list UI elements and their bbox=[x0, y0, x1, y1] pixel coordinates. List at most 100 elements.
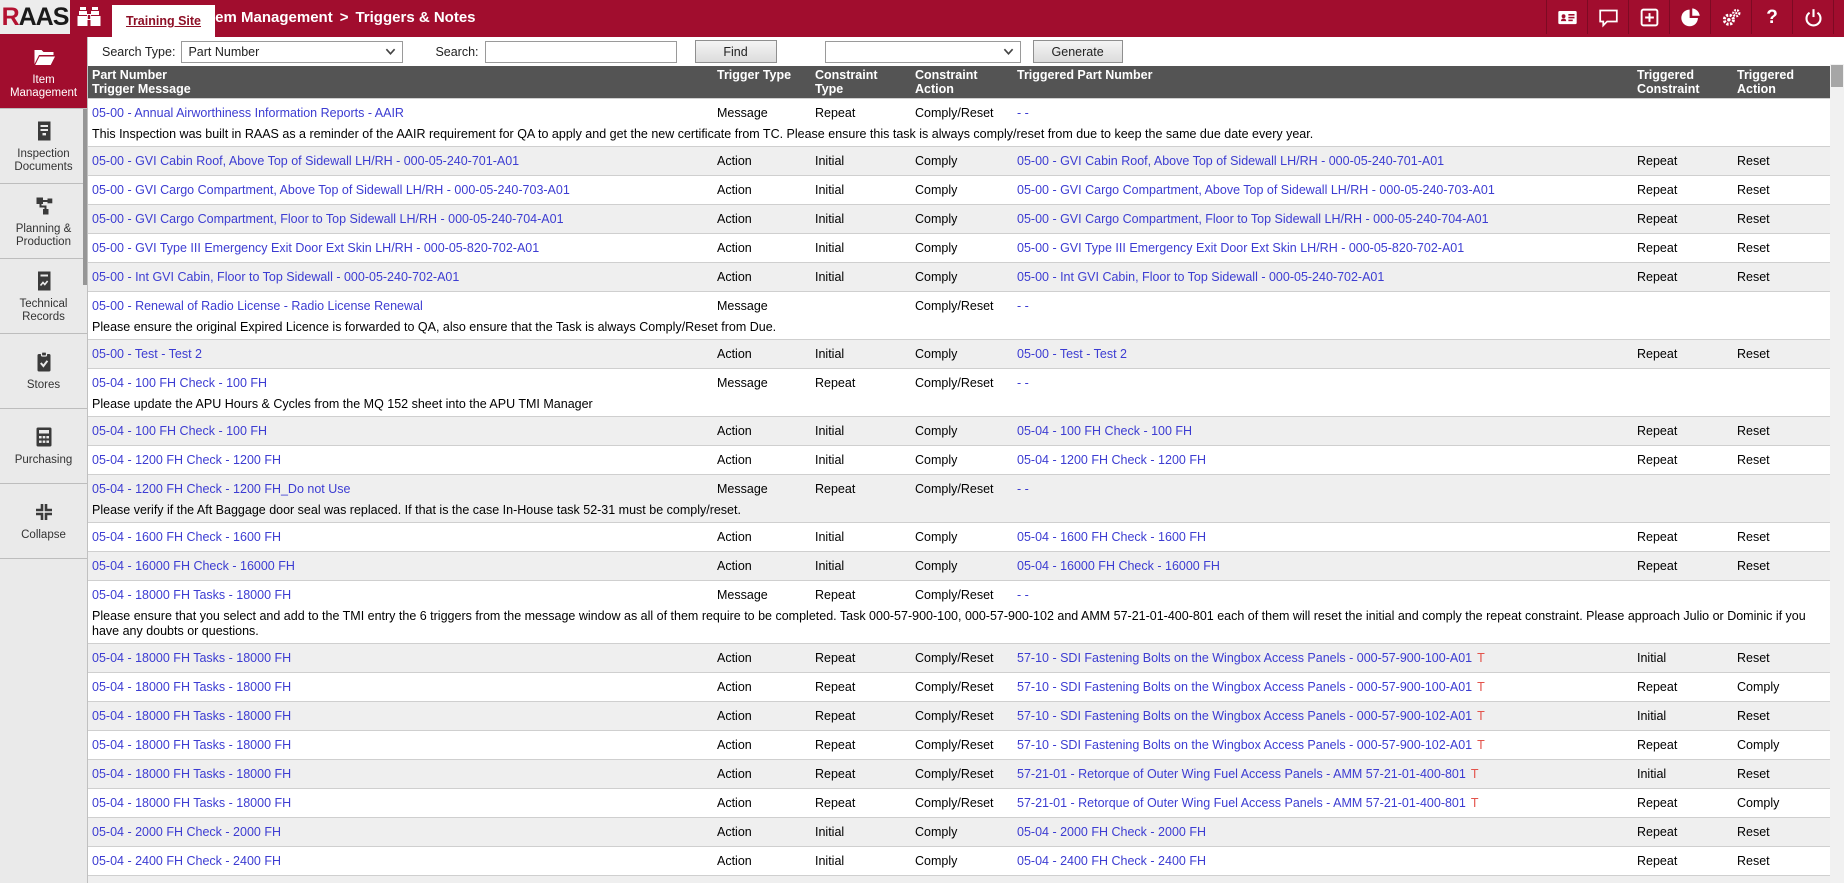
triggered-part-link[interactable]: 05-00 - GVI Cargo Compartment, Above Top… bbox=[1017, 183, 1495, 197]
sidebar-item-stores[interactable]: Stores bbox=[0, 334, 87, 409]
triggered-constraint-cell bbox=[1633, 292, 1733, 321]
triggered-part-link[interactable]: 05-00 - Int GVI Cabin, Floor to Top Side… bbox=[1017, 270, 1384, 284]
sidebar-item-planning-production[interactable]: Planning & Production bbox=[0, 184, 87, 259]
part-number-link[interactable]: 05-04 - 18000 FH Tasks - 18000 FH bbox=[92, 651, 291, 665]
id-card-icon[interactable] bbox=[1546, 0, 1587, 34]
binoculars-icon[interactable] bbox=[76, 5, 102, 29]
col-triggered-action: TriggeredAction bbox=[1733, 66, 1830, 99]
triggered-part-link[interactable]: - - bbox=[1017, 106, 1029, 120]
search-type-select[interactable]: Part Number bbox=[181, 41, 403, 63]
part-number-link[interactable]: 05-04 - 1200 FH Check - 1200 FH bbox=[92, 453, 281, 467]
triggered-flag: T bbox=[1477, 651, 1485, 665]
triggered-part-link[interactable]: 05-00 - GVI Cabin Roof, Above Top of Sid… bbox=[1017, 154, 1444, 168]
table-row: 05-04 - 2400 FH Check - 2400 FH Action I… bbox=[88, 847, 1830, 876]
vertical-scrollbar[interactable] bbox=[1830, 64, 1844, 883]
trigger-row-group: 05-04 - 18000 FH Tasks - 18000 FH Action… bbox=[88, 731, 1830, 760]
triggered-part-cell: 05-04 - 2000 FH Check - 2000 FH bbox=[1013, 818, 1633, 847]
triggered-part-link[interactable]: 57-21-01 - Retorque of Outer Wing Fuel A… bbox=[1017, 796, 1466, 810]
part-number-link[interactable]: 05-04 - 1200 FH Check - 1200 FH_Do not U… bbox=[92, 482, 350, 496]
settings-gears-icon[interactable] bbox=[1710, 0, 1751, 34]
power-icon[interactable] bbox=[1792, 0, 1834, 34]
triggered-part-link[interactable]: 57-10 - SDI Fastening Bolts on the Wingb… bbox=[1017, 738, 1472, 752]
trigger-row-group: 05-04 - 18000 FH Tasks - 18000 FH Action… bbox=[88, 702, 1830, 731]
sidebar-item-inspection-documents[interactable]: Inspection Documents bbox=[0, 109, 87, 184]
part-number-cell: 05-00 - Renewal of Radio License - Radio… bbox=[88, 292, 713, 321]
part-number-link[interactable]: 05-04 - 18000 FH Tasks - 18000 FH bbox=[92, 767, 291, 781]
part-number-link[interactable]: 05-00 - Annual Airworthiness Information… bbox=[92, 106, 404, 120]
sidebar-item-item-management[interactable]: Item Management bbox=[0, 37, 87, 109]
table-row: 05-04 - 18000 FH Tasks - 18000 FH Action… bbox=[88, 760, 1830, 789]
part-number-link[interactable]: 05-04 - 18000 FH Tasks - 18000 FH bbox=[92, 738, 291, 752]
sidebar-item-collapse[interactable]: Collapse bbox=[0, 484, 87, 559]
sidebar-item-purchasing[interactable]: Purchasing bbox=[0, 409, 87, 484]
part-number-link[interactable]: 05-04 - 18000 FH Tasks - 18000 FH bbox=[92, 796, 291, 810]
part-number-link[interactable]: 05-00 - GVI Type III Emergency Exit Door… bbox=[92, 241, 539, 255]
generate-button[interactable]: Generate bbox=[1033, 40, 1123, 63]
triggered-part-link[interactable]: 05-00 - Test - Test 2 bbox=[1017, 347, 1127, 361]
add-window-icon[interactable] bbox=[1628, 0, 1669, 34]
part-number-link[interactable]: 05-04 - 18000 FH Tasks - 18000 FH bbox=[92, 709, 291, 723]
triggered-part-link[interactable]: 05-04 - 100 FH Check - 100 FH bbox=[1017, 424, 1192, 438]
sidebar-item-technical-records[interactable]: Technical Records bbox=[0, 259, 87, 334]
part-number-link[interactable]: 05-00 - GVI Cargo Compartment, Floor to … bbox=[92, 212, 564, 226]
triggered-part-cell: 57-10 - SDI Fastening Bolts on the Wingb… bbox=[1013, 673, 1633, 702]
pie-chart-icon[interactable] bbox=[1669, 0, 1710, 34]
report-select[interactable] bbox=[825, 41, 1021, 63]
part-number-cell: 05-00 - Annual Airworthiness Information… bbox=[88, 99, 713, 128]
triggered-part-link[interactable]: 05-04 - 2000 FH Check - 2000 FH bbox=[1017, 825, 1206, 839]
help-icon[interactable]: ? bbox=[1751, 0, 1792, 34]
triggered-part-cell: 05-04 - 16000 FH Check - 16000 FH bbox=[1013, 552, 1633, 581]
find-button[interactable]: Find bbox=[695, 40, 777, 63]
part-number-link[interactable]: 05-00 - GVI Cabin Roof, Above Top of Sid… bbox=[92, 154, 519, 168]
triggered-flag: T bbox=[1471, 767, 1479, 781]
part-number-link[interactable]: 05-04 - 16000 FH Check - 16000 FH bbox=[92, 559, 295, 573]
triggered-action-cell: Comply bbox=[1733, 673, 1830, 702]
triggered-part-link[interactable]: 05-04 - 2400 FH Check - 2400 FH bbox=[1017, 854, 1206, 868]
scrollbar-thumb[interactable] bbox=[1831, 65, 1843, 87]
part-number-link[interactable]: 05-04 - 18000 FH Tasks - 18000 FH bbox=[92, 680, 291, 694]
triggered-part-link[interactable]: 05-04 - 16000 FH Check - 16000 FH bbox=[1017, 559, 1220, 573]
triggered-part-link[interactable]: 57-10 - SDI Fastening Bolts on the Wingb… bbox=[1017, 680, 1472, 694]
part-number-cell: 05-04 - 100 FH Check - 100 FH bbox=[88, 369, 713, 398]
triggered-part-link[interactable]: 57-21-01 - Retorque of Outer Wing Fuel A… bbox=[1017, 767, 1466, 781]
triggered-part-link[interactable]: 05-04 - 1600 FH Check - 1600 FH bbox=[1017, 530, 1206, 544]
constraint-action-cell: Comply/Reset bbox=[911, 99, 1013, 128]
table-row: 05-04 - 18000 FH Tasks - 18000 FH Messag… bbox=[88, 581, 1830, 610]
triggered-part-link[interactable]: 05-00 - GVI Cargo Compartment, Floor to … bbox=[1017, 212, 1489, 226]
part-number-link[interactable]: 05-04 - 2000 FH Check - 2000 FH bbox=[92, 825, 281, 839]
constraint-type-cell: Initial bbox=[811, 205, 911, 234]
part-number-link[interactable]: 05-04 - 2400 FH Check - 2400 FH bbox=[92, 854, 281, 868]
part-number-cell: 05-00 - Test - Test 2 bbox=[88, 340, 713, 369]
part-number-link[interactable]: 05-04 - 18000 FH Tasks - 18000 FH bbox=[92, 588, 291, 602]
part-number-cell: 05-04 - 18000 FH Tasks - 18000 FH bbox=[88, 581, 713, 610]
part-number-link[interactable]: 05-00 - Test - Test 2 bbox=[92, 347, 202, 361]
sidebar-scrollbar-thumb[interactable] bbox=[83, 109, 87, 285]
part-number-link[interactable]: 05-00 - Renewal of Radio License - Radio… bbox=[92, 299, 423, 313]
triggered-part-link[interactable]: - - bbox=[1017, 376, 1029, 390]
constraint-type-cell bbox=[811, 292, 911, 321]
triggered-constraint-cell: Repeat bbox=[1633, 263, 1733, 292]
triggered-constraint-cell: Repeat bbox=[1633, 417, 1733, 446]
triggered-constraint-cell bbox=[1633, 581, 1733, 610]
triggered-part-link[interactable]: - - bbox=[1017, 588, 1029, 602]
part-number-link[interactable]: 05-04 - 100 FH Check - 100 FH bbox=[92, 376, 267, 390]
constraint-type-cell: Repeat bbox=[811, 702, 911, 731]
part-number-link[interactable]: 05-04 - 1600 FH Check - 1600 FH bbox=[92, 530, 281, 544]
trigger-message-row: Please ensure the original Expired Licen… bbox=[88, 320, 1830, 340]
constraint-type-cell: Initial bbox=[811, 234, 911, 263]
triggered-part-link[interactable]: - - bbox=[1017, 482, 1029, 496]
part-number-link[interactable]: 05-00 - GVI Cargo Compartment, Above Top… bbox=[92, 183, 570, 197]
triggered-part-cell: 05-04 - 1600 FH Check - 1600 FH bbox=[1013, 523, 1633, 552]
part-number-link[interactable]: 05-04 - 100 FH Check - 100 FH bbox=[92, 424, 267, 438]
triggered-part-link[interactable]: - - bbox=[1017, 299, 1029, 313]
triggered-part-link[interactable]: 05-00 - GVI Type III Emergency Exit Door… bbox=[1017, 241, 1464, 255]
triggered-part-link[interactable]: 57-10 - SDI Fastening Bolts on the Wingb… bbox=[1017, 709, 1472, 723]
triggered-part-link[interactable]: 57-10 - SDI Fastening Bolts on the Wingb… bbox=[1017, 651, 1472, 665]
training-site-tab[interactable]: Training Site bbox=[112, 5, 215, 37]
search-toolbar: Search Type: Part Number Search: Find Ge… bbox=[88, 37, 1844, 66]
search-input[interactable] bbox=[485, 41, 677, 63]
part-number-link[interactable]: 05-00 - Int GVI Cabin, Floor to Top Side… bbox=[92, 270, 459, 284]
triggered-part-link[interactable]: 05-04 - 1200 FH Check - 1200 FH bbox=[1017, 453, 1206, 467]
chat-icon[interactable] bbox=[1587, 0, 1628, 34]
trigger-row-group: 05-04 - 1200 FH Check - 1200 FH Action I… bbox=[88, 446, 1830, 475]
